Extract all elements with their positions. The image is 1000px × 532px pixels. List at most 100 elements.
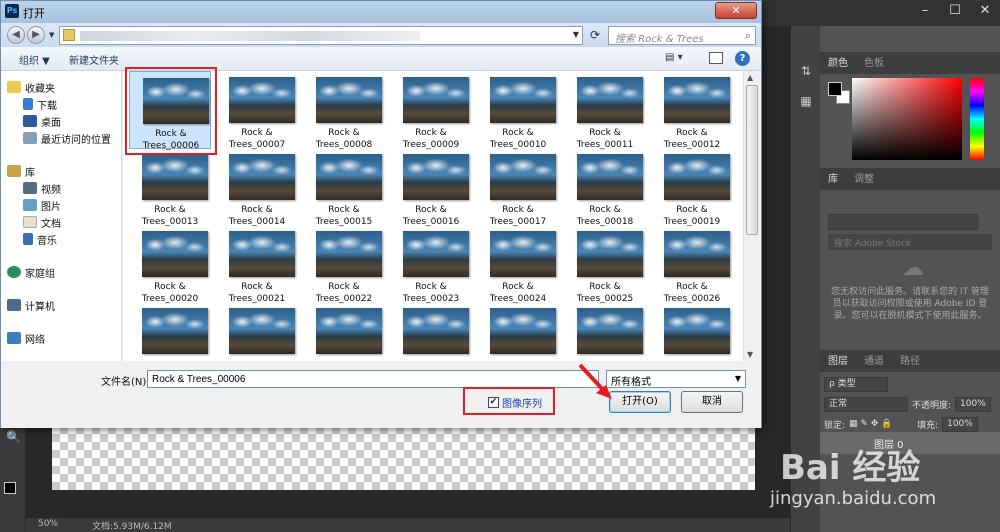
hue-slider[interactable] <box>970 78 984 160</box>
library-dropdown[interactable] <box>828 214 978 230</box>
fill-input[interactable]: 100% <box>942 416 978 432</box>
lock-icons[interactable]: ▦ ✎ ✥ 🔒 <box>849 419 913 429</box>
nav-libraries[interactable]: 库 <box>7 163 35 179</box>
vertical-scrollbar[interactable]: ▲ ▼ <box>743 71 760 361</box>
filename-input[interactable] <box>147 370 599 388</box>
file-thumbnail[interactable] <box>564 302 646 361</box>
organize-button[interactable]: 组织 ▼ <box>19 52 50 67</box>
file-thumbnail[interactable] <box>477 302 559 361</box>
file-thumbnail[interactable]: Rock & Trees_00022 <box>303 225 385 304</box>
file-thumbnail[interactable]: Rock & Trees_00009 <box>390 71 472 150</box>
navigation-pane: 收藏夹 下载 桌面 最近访问的位置 库 视频 图片 文档 音乐 家庭组 计算机 … <box>1 71 122 361</box>
fg-swatch[interactable] <box>828 82 842 96</box>
address-field[interactable]: ▼ <box>59 26 583 45</box>
file-thumbnail[interactable] <box>303 302 385 361</box>
file-thumbnail[interactable]: Rock & Trees_00016 <box>390 148 472 227</box>
scroll-thumb[interactable] <box>746 85 758 235</box>
file-thumbnail[interactable] <box>129 302 211 361</box>
minimize-icon[interactable]: – <box>910 0 940 20</box>
zoom-level[interactable]: 50% <box>38 519 58 529</box>
open-button[interactable]: 打开(O) <box>609 391 671 413</box>
nav-label: 库 <box>25 167 35 179</box>
nav-music[interactable]: 音乐 <box>23 231 57 247</box>
folder-icon <box>63 29 75 41</box>
color-picker-field[interactable] <box>852 78 962 160</box>
open-file-dialog: Ps 打开 ✕ ◀ ▶ ▼ ▼ ⟳ 搜索 Rock & Trees ⌕ 组织 ▼… <box>0 0 762 428</box>
scroll-down-icon[interactable]: ▼ <box>747 350 753 359</box>
file-thumbnail[interactable] <box>651 302 733 361</box>
preview-pane-icon[interactable] <box>709 52 723 64</box>
forward-button[interactable]: ▶ <box>27 26 45 44</box>
thumbnail-image <box>664 77 730 123</box>
refresh-icon[interactable]: ⟳ <box>586 26 604 45</box>
opacity-input[interactable]: 100% <box>955 396 991 412</box>
tab-swatches[interactable]: 色板 <box>856 54 892 74</box>
history-dropdown-icon[interactable]: ▼ <box>49 31 54 39</box>
nav-videos[interactable]: 视频 <box>23 180 61 196</box>
nav-network[interactable]: 网络 <box>7 330 45 346</box>
annotation-rect-selected-file <box>125 67 217 155</box>
nav-favorites[interactable]: 收藏夹 <box>7 79 55 95</box>
chevron-down-icon: ▼ <box>734 374 741 383</box>
thumbnail-image <box>316 77 382 123</box>
tab-layers[interactable]: 图层 <box>820 352 856 372</box>
nav-downloads[interactable]: 下载 <box>23 96 57 112</box>
file-thumbnail[interactable]: Rock & Trees_00007 <box>216 71 298 150</box>
dialog-close-button[interactable]: ✕ <box>715 2 757 19</box>
scroll-up-icon[interactable]: ▲ <box>747 73 753 82</box>
blend-mode-select[interactable]: 正常 <box>824 396 908 412</box>
file-thumbnail[interactable]: Rock & Trees_00011 <box>564 71 646 150</box>
maximize-icon[interactable]: ☐ <box>940 0 970 20</box>
nav-computer[interactable]: 计算机 <box>7 297 55 313</box>
tab-library[interactable]: 库 <box>820 170 846 190</box>
thumbnail-image <box>577 77 643 123</box>
chevron-down-icon[interactable]: ▼ <box>573 30 579 39</box>
tab-paths[interactable]: 路径 <box>892 352 928 372</box>
view-options-icon[interactable]: ▤ ▾ <box>665 52 687 66</box>
zoom-tool-icon[interactable]: 🔍 <box>6 430 21 444</box>
search-icon[interactable]: ⌕ <box>745 29 751 43</box>
file-thumbnail[interactable] <box>216 302 298 361</box>
nav-label: 文档 <box>41 218 61 230</box>
tab-adjustments[interactable]: 调整 <box>846 170 882 190</box>
adobe-stock-search[interactable]: 搜索 Adobe Stock <box>828 234 992 250</box>
kind-filter-select[interactable]: ρ 类型 <box>824 376 888 392</box>
history-icon[interactable]: ⇅ <box>798 64 814 80</box>
properties-icon[interactable]: ▦ <box>798 94 814 110</box>
file-thumbnail[interactable]: Rock & Trees_00013 <box>129 148 211 227</box>
close-icon[interactable]: ✕ <box>970 0 1000 20</box>
file-thumbnail[interactable]: Rock & Trees_00017 <box>477 148 559 227</box>
new-folder-button[interactable]: 新建文件夹 <box>69 52 119 67</box>
search-input[interactable]: 搜索 Rock & Trees ⌕ <box>608 26 756 45</box>
file-thumbnail[interactable]: Rock & Trees_00018 <box>564 148 646 227</box>
nav-homegroup[interactable]: 家庭组 <box>7 264 55 280</box>
file-thumbnail[interactable]: Rock & Trees_00024 <box>477 225 559 304</box>
nav-documents[interactable]: 文档 <box>23 214 61 230</box>
file-thumbnail[interactable]: Rock & Trees_00021 <box>216 225 298 304</box>
file-thumbnail[interactable]: Rock & Trees_00025 <box>564 225 646 304</box>
window-controls: – ☐ ✕ <box>910 0 1000 22</box>
file-thumbnail[interactable]: Rock & Trees_00019 <box>651 148 733 227</box>
nav-recent[interactable]: 最近访问的位置 <box>23 130 111 146</box>
file-type-select[interactable]: 所有格式 ▼ <box>606 370 746 388</box>
file-thumbnail[interactable]: Rock & Trees_00023 <box>390 225 472 304</box>
thumbnail-image <box>316 308 382 354</box>
file-thumbnail[interactable]: Rock & Trees_00012 <box>651 71 733 150</box>
nav-desktop[interactable]: 桌面 <box>23 113 61 129</box>
help-icon[interactable]: ? <box>735 51 750 66</box>
nav-pictures[interactable]: 图片 <box>23 197 61 213</box>
file-thumbnail[interactable]: Rock & Trees_00020 <box>129 225 211 304</box>
file-thumbnail[interactable]: Rock & Trees_00010 <box>477 71 559 150</box>
documents-icon <box>23 216 37 228</box>
file-thumbnail[interactable]: Rock & Trees_00026 <box>651 225 733 304</box>
file-thumbnail[interactable] <box>390 302 472 361</box>
file-thumbnail[interactable]: Rock & Trees_00008 <box>303 71 385 150</box>
tab-channels[interactable]: 通道 <box>856 352 892 372</box>
file-thumbnail[interactable]: Rock & Trees_00015 <box>303 148 385 227</box>
tab-color[interactable]: 颜色 <box>820 54 856 74</box>
file-thumbnail[interactable]: Rock & Trees_00014 <box>216 148 298 227</box>
foreground-color-swatch[interactable] <box>4 482 16 494</box>
back-button[interactable]: ◀ <box>7 26 25 44</box>
star-icon <box>7 81 21 93</box>
cancel-button[interactable]: 取消 <box>681 391 743 413</box>
